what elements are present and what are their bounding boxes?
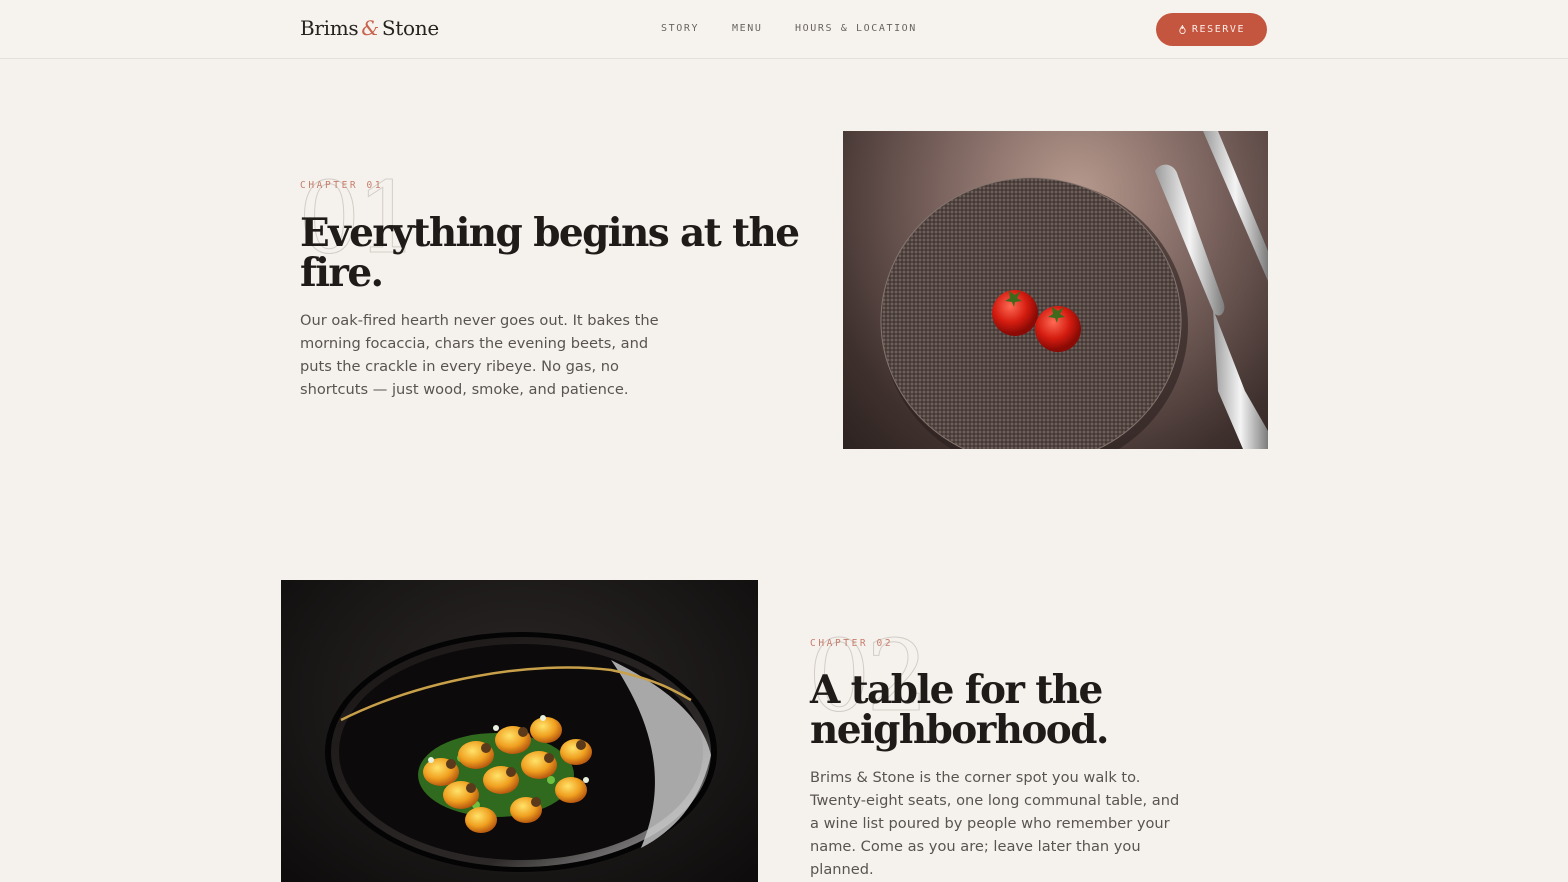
- plated-dish-photo: [281, 580, 758, 882]
- flame-icon: [1179, 24, 1186, 34]
- chapter-01-body-line: shortcuts — just wood, smoke, and patien…: [300, 381, 629, 398]
- chapter-02-body-line: Brims & Stone is the corner spot you wal…: [810, 769, 1141, 786]
- chapter-01-body-line: morning focaccia, chars the evening beet…: [300, 335, 649, 352]
- chapter-02-body-line: planned.: [810, 861, 874, 878]
- chapter-01-body-line: puts the crackle in every ribeye. No gas…: [300, 358, 619, 375]
- chapter-02-title: A table for the neighborhood.: [810, 670, 1190, 750]
- brand-name-second: Stone: [381, 16, 439, 40]
- chapter-02-title-line: A table for the: [810, 667, 1103, 713]
- nav-link-story[interactable]: STORY: [661, 23, 699, 34]
- chapter-01-title-line: Everything begins at the: [300, 210, 800, 256]
- site-header: Brims & Stone STORY MENU HOURS & LOCATION …: [0, 0, 1568, 59]
- chapter-01-body: Our oak-fired hearth never goes out. It …: [300, 309, 680, 401]
- brand-logo[interactable]: Brims & Stone: [300, 16, 439, 40]
- chapter-02-title-line: neighborhood.: [810, 707, 1109, 753]
- chapter-01-body-line: Our oak-fired hearth never goes out. It …: [300, 312, 659, 329]
- reserve-label: RESERVE: [1191, 24, 1246, 35]
- reserve-button[interactable]: RESERVE: [1156, 13, 1267, 46]
- chapter-02-body: Brims & Stone is the corner spot you wal…: [810, 766, 1210, 881]
- chapter-02-body-line: Twenty-eight seats, one long communal ta…: [810, 792, 1180, 809]
- chapter-01-title-line: fire.: [300, 250, 384, 296]
- brand-name-first: Brims: [300, 16, 359, 40]
- chapter-01-title: Everything begins at the fire.: [300, 210, 800, 296]
- chapter-02-body-line: name. Come as you are; leave later than …: [810, 838, 1141, 855]
- chapter-02-label: CHAPTER 02: [810, 638, 894, 649]
- chapter-01-label: CHAPTER 01: [300, 180, 384, 191]
- chapter-02-body-line: a wine list poured by people who remembe…: [810, 815, 1170, 832]
- dish-photo-illustration: [325, 632, 717, 872]
- brand-ampersand: &: [361, 16, 379, 40]
- plate-photo-illustration: [880, 131, 1268, 449]
- plate-with-tomatoes-photo: [843, 131, 1268, 449]
- nav-link-hours-location[interactable]: HOURS & LOCATION: [795, 23, 917, 34]
- page: Brims & Stone STORY MENU HOURS & LOCATION …: [0, 0, 1568, 882]
- nav-link-menu[interactable]: MENU: [732, 23, 762, 34]
